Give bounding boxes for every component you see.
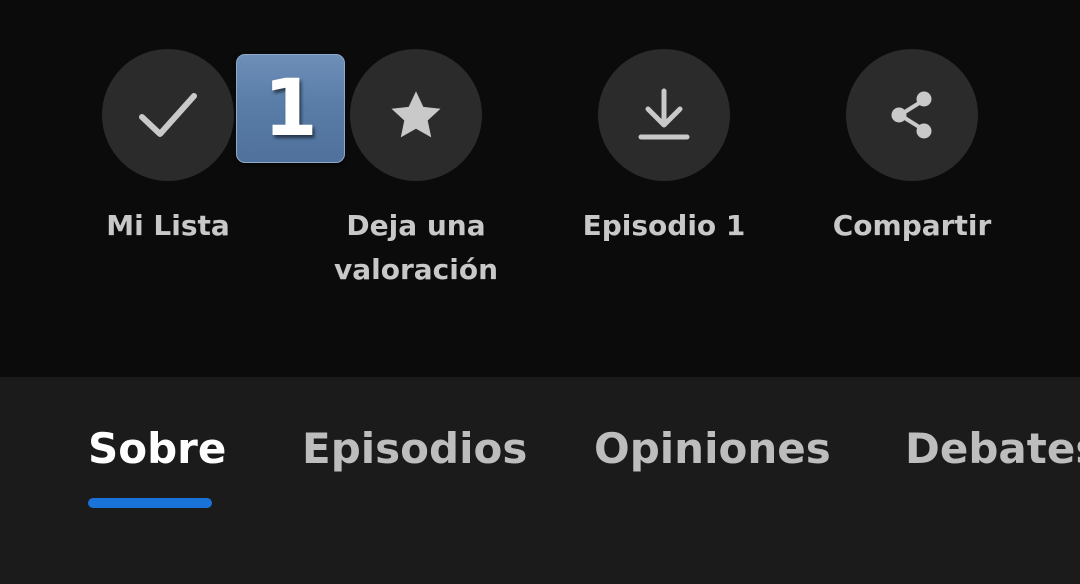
my-list-label: Mi Lista (106, 209, 230, 242)
action-area: Mi Lista Deja una valoración Episodio 1 (0, 0, 1080, 377)
download-action[interactable]: Episodio 1 (564, 49, 764, 248)
share-action[interactable]: Compartir (812, 49, 1012, 248)
download-label: Episodio 1 (582, 209, 746, 242)
download-icon (636, 87, 692, 143)
tab-opiniones[interactable]: Opiniones (594, 421, 831, 477)
active-tab-indicator (88, 498, 212, 508)
rate-label: Deja una valoración (333, 209, 499, 286)
tab-debates[interactable]: Debates (905, 421, 1080, 477)
tab-episodios[interactable]: Episodios (302, 421, 527, 477)
share-label: Compartir (832, 209, 992, 242)
share-button[interactable] (846, 49, 978, 181)
rate-button[interactable] (350, 49, 482, 181)
check-icon (136, 83, 200, 147)
tab-bar: Sobre Episodios Opiniones Debates (0, 377, 1080, 584)
tab-sobre[interactable]: Sobre (88, 421, 226, 477)
rate-action[interactable]: Deja una valoración (316, 49, 516, 292)
download-button[interactable] (598, 49, 730, 181)
number-badge: 1 (236, 54, 345, 163)
star-icon (386, 85, 446, 145)
my-list-button[interactable] (102, 49, 234, 181)
share-icon (884, 87, 940, 143)
